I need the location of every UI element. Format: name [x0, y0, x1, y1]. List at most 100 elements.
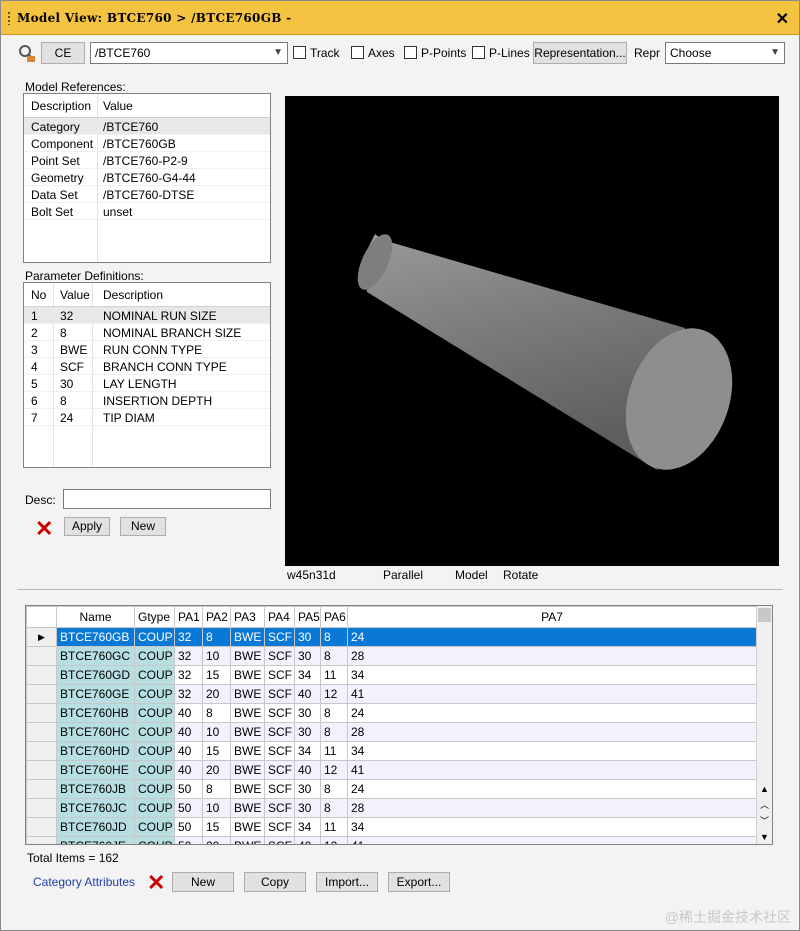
cell-pa7[interactable]: 34: [347, 817, 757, 837]
cell-pa7[interactable]: 28: [347, 722, 757, 742]
export-button[interactable]: Export...: [388, 872, 450, 892]
column-header-pa3[interactable]: PA3: [230, 606, 265, 628]
cell-pa7[interactable]: 34: [347, 741, 757, 761]
table-row[interactable]: BTCE760HB COUP 40 8 BWE SCF 30 8 24: [26, 703, 757, 723]
cell-name[interactable]: BTCE760HD: [56, 741, 135, 761]
grip-icon[interactable]: [7, 11, 11, 25]
cell-pa2[interactable]: 10: [202, 646, 231, 666]
cell-pa1[interactable]: 50: [174, 798, 203, 818]
cell-gtype[interactable]: COUP: [134, 760, 175, 780]
cell-pa3[interactable]: BWE: [230, 627, 265, 647]
delete-x-icon[interactable]: ✕: [35, 518, 53, 540]
column-header-pa2[interactable]: PA2: [202, 606, 231, 628]
cell-name[interactable]: BTCE760GD: [56, 665, 135, 685]
cell-pa5[interactable]: 34: [294, 817, 321, 837]
row-header[interactable]: [26, 798, 57, 818]
cell-name[interactable]: BTCE760HB: [56, 703, 135, 723]
cell-pa6[interactable]: 11: [320, 817, 348, 837]
cell-pa7[interactable]: 24: [347, 703, 757, 723]
cell-pa4[interactable]: SCF: [264, 665, 295, 685]
ppoints-checkbox[interactable]: P-Points: [404, 45, 466, 61]
plines-checkbox[interactable]: P-Lines: [472, 45, 530, 61]
grid-scrollbar[interactable]: ▲ ︿ ﹀ ▼: [756, 606, 772, 844]
table-row[interactable]: ▶ BTCE760GB COUP 32 8 BWE SCF 30 8 24: [26, 627, 757, 647]
chevron-down-icon[interactable]: ▼: [770, 43, 780, 63]
cell-name[interactable]: BTCE760JC: [56, 798, 135, 818]
column-header-pa6[interactable]: PA6: [320, 606, 348, 628]
table-row[interactable]: BTCE760GC COUP 32 10 BWE SCF 30 8 28: [26, 646, 757, 666]
list-item[interactable]: Data Set/BTCE760-DTSE: [24, 186, 270, 203]
cell-gtype[interactable]: COUP: [134, 798, 175, 818]
table-row[interactable]: BTCE760JB COUP 50 8 BWE SCF 30 8 24: [26, 779, 757, 799]
cell-pa7[interactable]: 24: [347, 779, 757, 799]
column-header-pa4[interactable]: PA4: [264, 606, 295, 628]
cell-pa3[interactable]: BWE: [230, 741, 265, 761]
row-header[interactable]: [26, 646, 57, 666]
table-row[interactable]: BTCE760HE COUP 40 20 BWE SCF 40 12 41: [26, 760, 757, 780]
scroll-bottom-icon[interactable]: ▼: [758, 830, 771, 844]
list-item[interactable]: 7 24 TIP DIAM: [24, 409, 270, 426]
list-item[interactable]: 3 BWE RUN CONN TYPE: [24, 341, 270, 358]
cell-pa3[interactable]: BWE: [230, 798, 265, 818]
apply-button[interactable]: Apply: [64, 517, 110, 536]
cell-pa7[interactable]: 41: [347, 760, 757, 780]
cell-pa6[interactable]: 8: [320, 703, 348, 723]
cell-pa4[interactable]: SCF: [264, 817, 295, 837]
cell-pa6[interactable]: 8: [320, 798, 348, 818]
cell-pa1[interactable]: 32: [174, 684, 203, 704]
3d-viewport[interactable]: [285, 96, 779, 566]
cell-pa4[interactable]: SCF: [264, 703, 295, 723]
component-grid[interactable]: Name Gtype PA1 PA2 PA3 PA4 PA5 PA6 PA7 ▶…: [25, 605, 773, 845]
cell-gtype[interactable]: COUP: [134, 817, 175, 837]
cell-pa4[interactable]: SCF: [264, 722, 295, 742]
element-combo[interactable]: /BTCE760 ▼: [90, 42, 288, 64]
cell-pa1[interactable]: 50: [174, 779, 203, 799]
cell-pa5[interactable]: 40: [294, 684, 321, 704]
cell-pa2[interactable]: 20: [202, 836, 231, 844]
cell-gtype[interactable]: COUP: [134, 627, 175, 647]
column-header-gtype[interactable]: Gtype: [134, 606, 175, 628]
cell-pa1[interactable]: 50: [174, 817, 203, 837]
list-item[interactable]: Geometry/BTCE760-G4-44: [24, 169, 270, 186]
cell-gtype[interactable]: COUP: [134, 836, 175, 844]
copy-button[interactable]: Copy: [244, 872, 306, 892]
cell-pa1[interactable]: 40: [174, 722, 203, 742]
cell-pa5[interactable]: 30: [294, 627, 321, 647]
cell-pa6[interactable]: 12: [320, 836, 348, 844]
list-item[interactable]: 5 30 LAY LENGTH: [24, 375, 270, 392]
cell-pa3[interactable]: BWE: [230, 646, 265, 666]
cell-pa1[interactable]: 40: [174, 760, 203, 780]
cell-gtype[interactable]: COUP: [134, 722, 175, 742]
cell-pa5[interactable]: 30: [294, 779, 321, 799]
cell-pa3[interactable]: BWE: [230, 779, 265, 799]
cell-pa6[interactable]: 8: [320, 779, 348, 799]
cell-pa4[interactable]: SCF: [264, 646, 295, 666]
cell-pa2[interactable]: 8: [202, 627, 231, 647]
title-bar[interactable]: Model View: BTCE760 > /BTCE760GB - ✕: [1, 1, 799, 35]
cell-pa2[interactable]: 15: [202, 741, 231, 761]
cell-pa2[interactable]: 10: [202, 722, 231, 742]
cell-pa1[interactable]: 32: [174, 646, 203, 666]
ce-button[interactable]: CE: [41, 42, 85, 64]
cell-pa2[interactable]: 8: [202, 779, 231, 799]
column-header-value[interactable]: Value: [103, 99, 133, 113]
cell-pa3[interactable]: BWE: [230, 817, 265, 837]
column-header-description[interactable]: Description: [103, 288, 163, 302]
column-header-pa1[interactable]: PA1: [174, 606, 203, 628]
row-header[interactable]: [26, 741, 57, 761]
column-header-pa5[interactable]: PA5: [294, 606, 321, 628]
list-item[interactable]: 4 SCF BRANCH CONN TYPE: [24, 358, 270, 375]
cell-pa5[interactable]: 30: [294, 798, 321, 818]
row-header[interactable]: [26, 760, 57, 780]
cell-pa7[interactable]: 28: [347, 798, 757, 818]
chevron-down-icon[interactable]: ▼: [273, 43, 283, 63]
cell-name[interactable]: BTCE760HE: [56, 760, 135, 780]
cell-pa6[interactable]: 12: [320, 684, 348, 704]
axes-checkbox[interactable]: Axes: [351, 45, 395, 61]
row-header[interactable]: [26, 836, 57, 844]
row-header[interactable]: [26, 684, 57, 704]
cell-name[interactable]: BTCE760JB: [56, 779, 135, 799]
table-row[interactable]: BTCE760JD COUP 50 15 BWE SCF 34 11 34: [26, 817, 757, 837]
scroll-up-icon[interactable]: ︿: [758, 798, 771, 812]
cell-gtype[interactable]: COUP: [134, 646, 175, 666]
